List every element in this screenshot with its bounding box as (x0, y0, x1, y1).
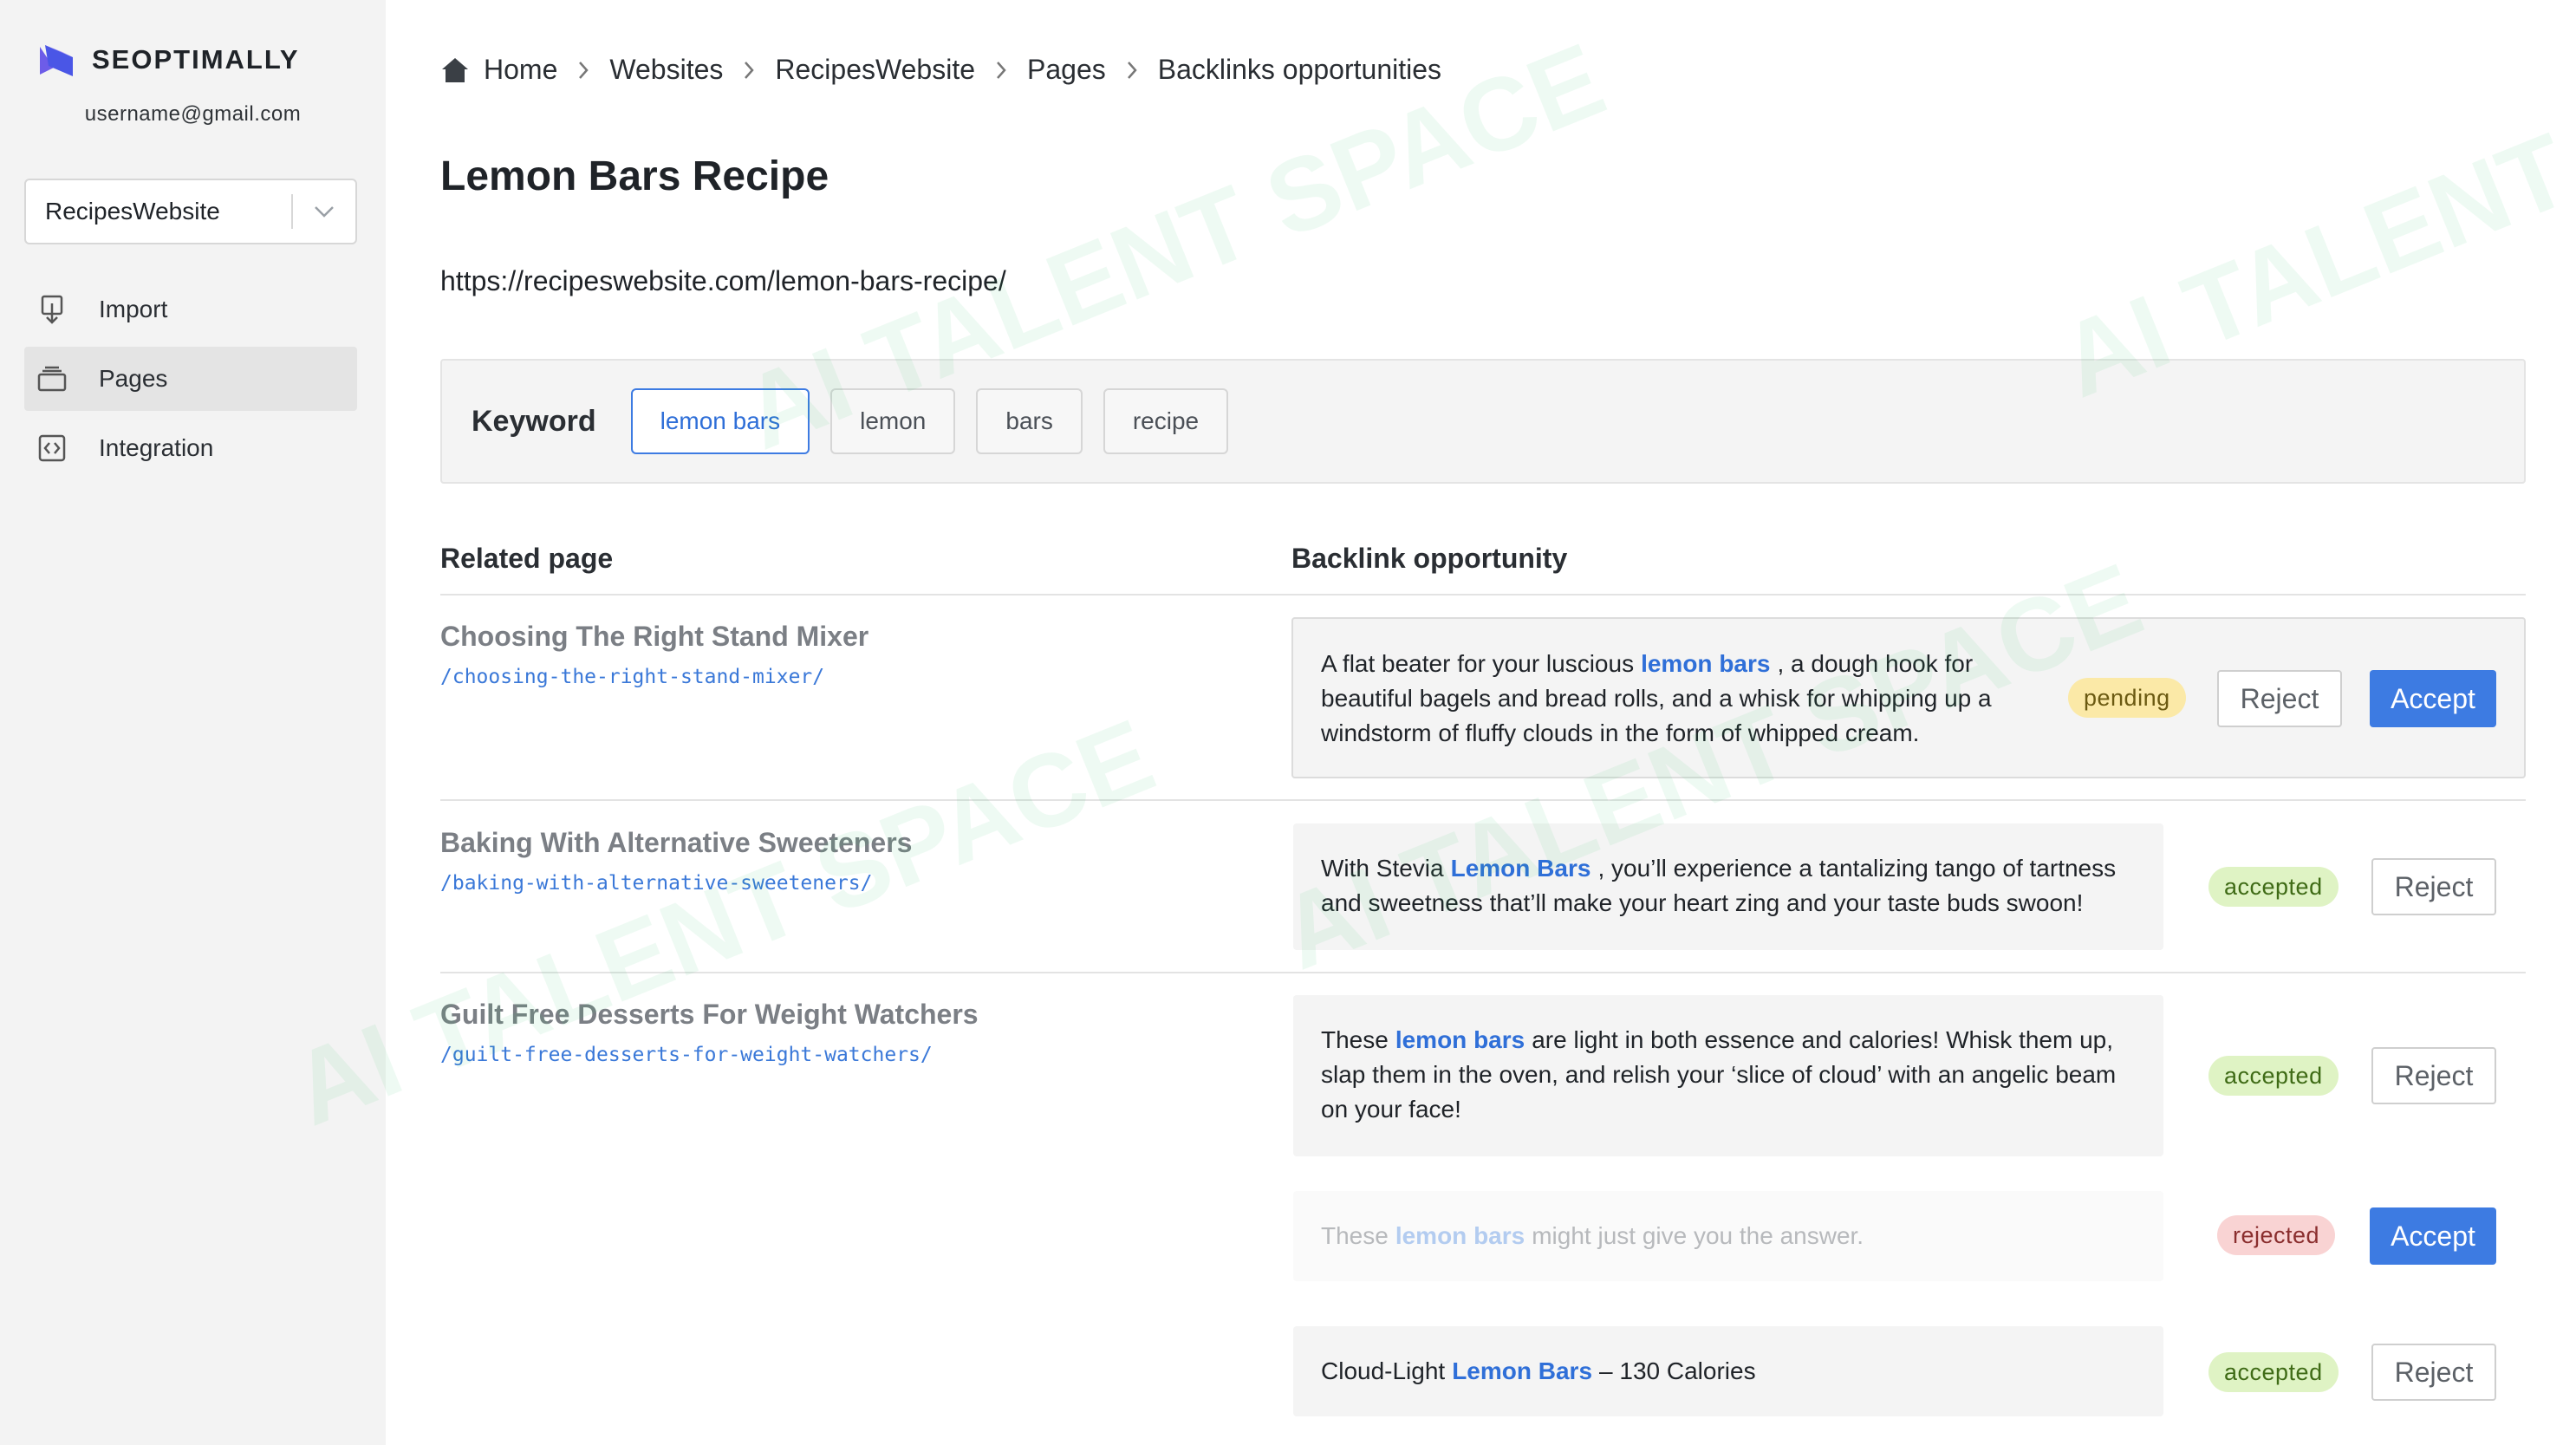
column-header-backlink-opportunity: Backlink opportunity (1291, 543, 1568, 574)
opportunity-text: With Stevia Lemon Bars, you’ll experience… (1321, 851, 2116, 921)
related-page-title[interactable]: Baking With Alternative Sweeteners (440, 827, 912, 859)
opportunity-card: With Stevia Lemon Bars, you’ll experience… (1293, 823, 2163, 950)
text-line: slap them in the oven, and relish your ‘… (1321, 1061, 2117, 1088)
chevron-right-icon (1106, 61, 1158, 80)
chevron-right-icon (557, 61, 609, 80)
opportunity-card: These lemon bars are light in both essence… (1293, 995, 2163, 1156)
brand-logo-icon (40, 45, 73, 76)
breadcrumb: Home Websites RecipesWebsite Pages Backl… (440, 54, 1441, 86)
opportunity-text: A flat beater for your luscious lemon bar… (1321, 647, 1992, 751)
sidebar-item-label: Pages (99, 365, 168, 392)
text-line: and sweetness that’ll make your heart zi… (1321, 889, 2084, 916)
keyword-highlight: Lemon Bars (1450, 855, 1591, 882)
keyword-filter: Keyword lemon bars lemon bars recipe (440, 359, 2526, 484)
breadcrumb-recipeswebsite[interactable]: RecipesWebsite (775, 54, 975, 86)
keyword-highlight: Lemon Bars (1452, 1357, 1593, 1384)
text-line: With Stevia Lemon Bars, you’ll experience… (1321, 851, 2116, 886)
related-page-title[interactable]: Guilt Free Desserts For Weight Watchers (440, 999, 979, 1031)
status-badge: accepted (2208, 1352, 2339, 1392)
column-header-related-page: Related page (440, 543, 614, 574)
keyword-highlight: lemon bars (1641, 650, 1771, 677)
status-badge: accepted (2208, 867, 2339, 907)
related-page-title[interactable]: Choosing The Right Stand Mixer (440, 621, 868, 653)
divider (440, 972, 2526, 973)
chevron-down-icon[interactable] (293, 180, 355, 243)
text-segment: These (1321, 1026, 1389, 1053)
sidebar: SEOPTIMALLY username@gmail.com RecipesWe… (0, 0, 386, 1445)
chevron-right-icon (723, 61, 775, 80)
text-line: Cloud-Light Lemon Bars – 130 Calories (1321, 1354, 1756, 1389)
opportunity-card: Cloud-Light Lemon Bars – 130 Calories (1293, 1326, 2163, 1416)
related-page-path[interactable]: /guilt-free-desserts-for-weight-watchers… (440, 1044, 933, 1066)
status-badge: rejected (2217, 1215, 2336, 1255)
breadcrumb-label: Home (484, 54, 558, 85)
sidebar-item-label: Integration (99, 434, 214, 461)
opportunity-text: Cloud-Light Lemon Bars – 130 Calories (1321, 1354, 1756, 1389)
breadcrumb-current: Backlinks opportunities (1157, 54, 1442, 85)
divider (440, 799, 2526, 801)
integration-icon (35, 431, 69, 465)
main-content: Home Websites RecipesWebsite Pages Backl… (440, 0, 2526, 1445)
sidebar-item-import[interactable]: Import (24, 277, 357, 342)
opportunity-card-rejected: These lemon bars might just give you the a… (1293, 1191, 2163, 1281)
import-icon (35, 292, 69, 327)
sidebar-item-integration[interactable]: Integration (24, 416, 357, 480)
accept-button[interactable]: Accept (2370, 670, 2496, 727)
text-segment: Cloud-Light (1321, 1357, 1446, 1384)
sidebar-item-pages[interactable]: Pages (24, 347, 357, 411)
text-line: These lemon bars might just give you the a… (1321, 1219, 1864, 1253)
text-line: beautiful bagels and bread rolls, and a … (1321, 685, 1992, 712)
text-segment: are light in both essence and calories! … (1532, 1026, 2114, 1053)
text-line: A flat beater for your luscious lemon bar… (1321, 647, 1992, 681)
text-line: These lemon bars are light in both essence… (1321, 1023, 2116, 1058)
reject-button[interactable]: Reject (2371, 1344, 2496, 1401)
keyword-chip-recipe[interactable]: recipe (1103, 388, 1229, 454)
text-line: on your face! (1321, 1096, 1461, 1123)
user-email: username@gmail.com (84, 102, 302, 126)
page-title: Lemon Bars Recipe (440, 153, 829, 199)
reject-button[interactable]: Reject (2217, 670, 2342, 727)
related-page-path[interactable]: /baking-with-alternative-sweeteners/ (440, 872, 873, 895)
reject-button[interactable]: Reject (2371, 858, 2496, 915)
page-url: https://recipeswebsite.com/lemon-bars-re… (440, 265, 1006, 296)
related-page-path[interactable]: /choosing-the-right-stand-mixer/ (440, 666, 824, 688)
accept-button[interactable]: Accept (2370, 1207, 2496, 1265)
brand[interactable]: SEOPTIMALLY (36, 42, 300, 78)
breadcrumb-pages[interactable]: Pages (1027, 54, 1106, 86)
text-segment: With Stevia (1321, 855, 1444, 882)
keyword-highlight: lemon bars (1395, 1026, 1525, 1053)
chevron-right-icon (975, 61, 1027, 80)
website-select-value: RecipesWebsite (45, 198, 220, 225)
keyword-chip-bars[interactable]: bars (976, 388, 1083, 454)
breadcrumb-home[interactable]: Home (440, 54, 557, 86)
keyword-label: Keyword (472, 404, 596, 438)
sidebar-item-label: Import (99, 296, 168, 322)
breadcrumb-websites[interactable]: Websites (609, 54, 723, 86)
opportunity-text: These lemon bars are light in both essence… (1321, 1023, 2116, 1127)
text-segment: , a dough hook for (1777, 650, 1974, 677)
text-segment: , you’ll experience a tantalizing tango … (1597, 855, 2117, 882)
website-select[interactable]: RecipesWebsite (24, 179, 357, 244)
keyword-highlight: lemon bars (1395, 1222, 1525, 1249)
text-segment: might just give you the answer. (1532, 1222, 1864, 1249)
text-segment: A flat beater for your luscious (1321, 650, 1635, 677)
reject-button[interactable]: Reject (2371, 1047, 2496, 1104)
keyword-chip-lemon-bars[interactable]: lemon bars (630, 388, 810, 454)
opportunity-text: These lemon bars might just give you the a… (1321, 1219, 1864, 1253)
status-badge: accepted (2208, 1056, 2339, 1096)
status-badge: pending (2068, 678, 2186, 718)
text-line: windstorm of fluffy clouds in the form o… (1321, 719, 1920, 746)
text-segment: – 130 Calories (1599, 1357, 1756, 1384)
text-segment: These (1321, 1222, 1389, 1249)
brand-name: SEOPTIMALLY (92, 44, 300, 75)
home-icon (442, 57, 468, 82)
divider (440, 594, 2526, 596)
pages-icon (35, 361, 69, 396)
keyword-chip-lemon[interactable]: lemon (830, 388, 956, 454)
